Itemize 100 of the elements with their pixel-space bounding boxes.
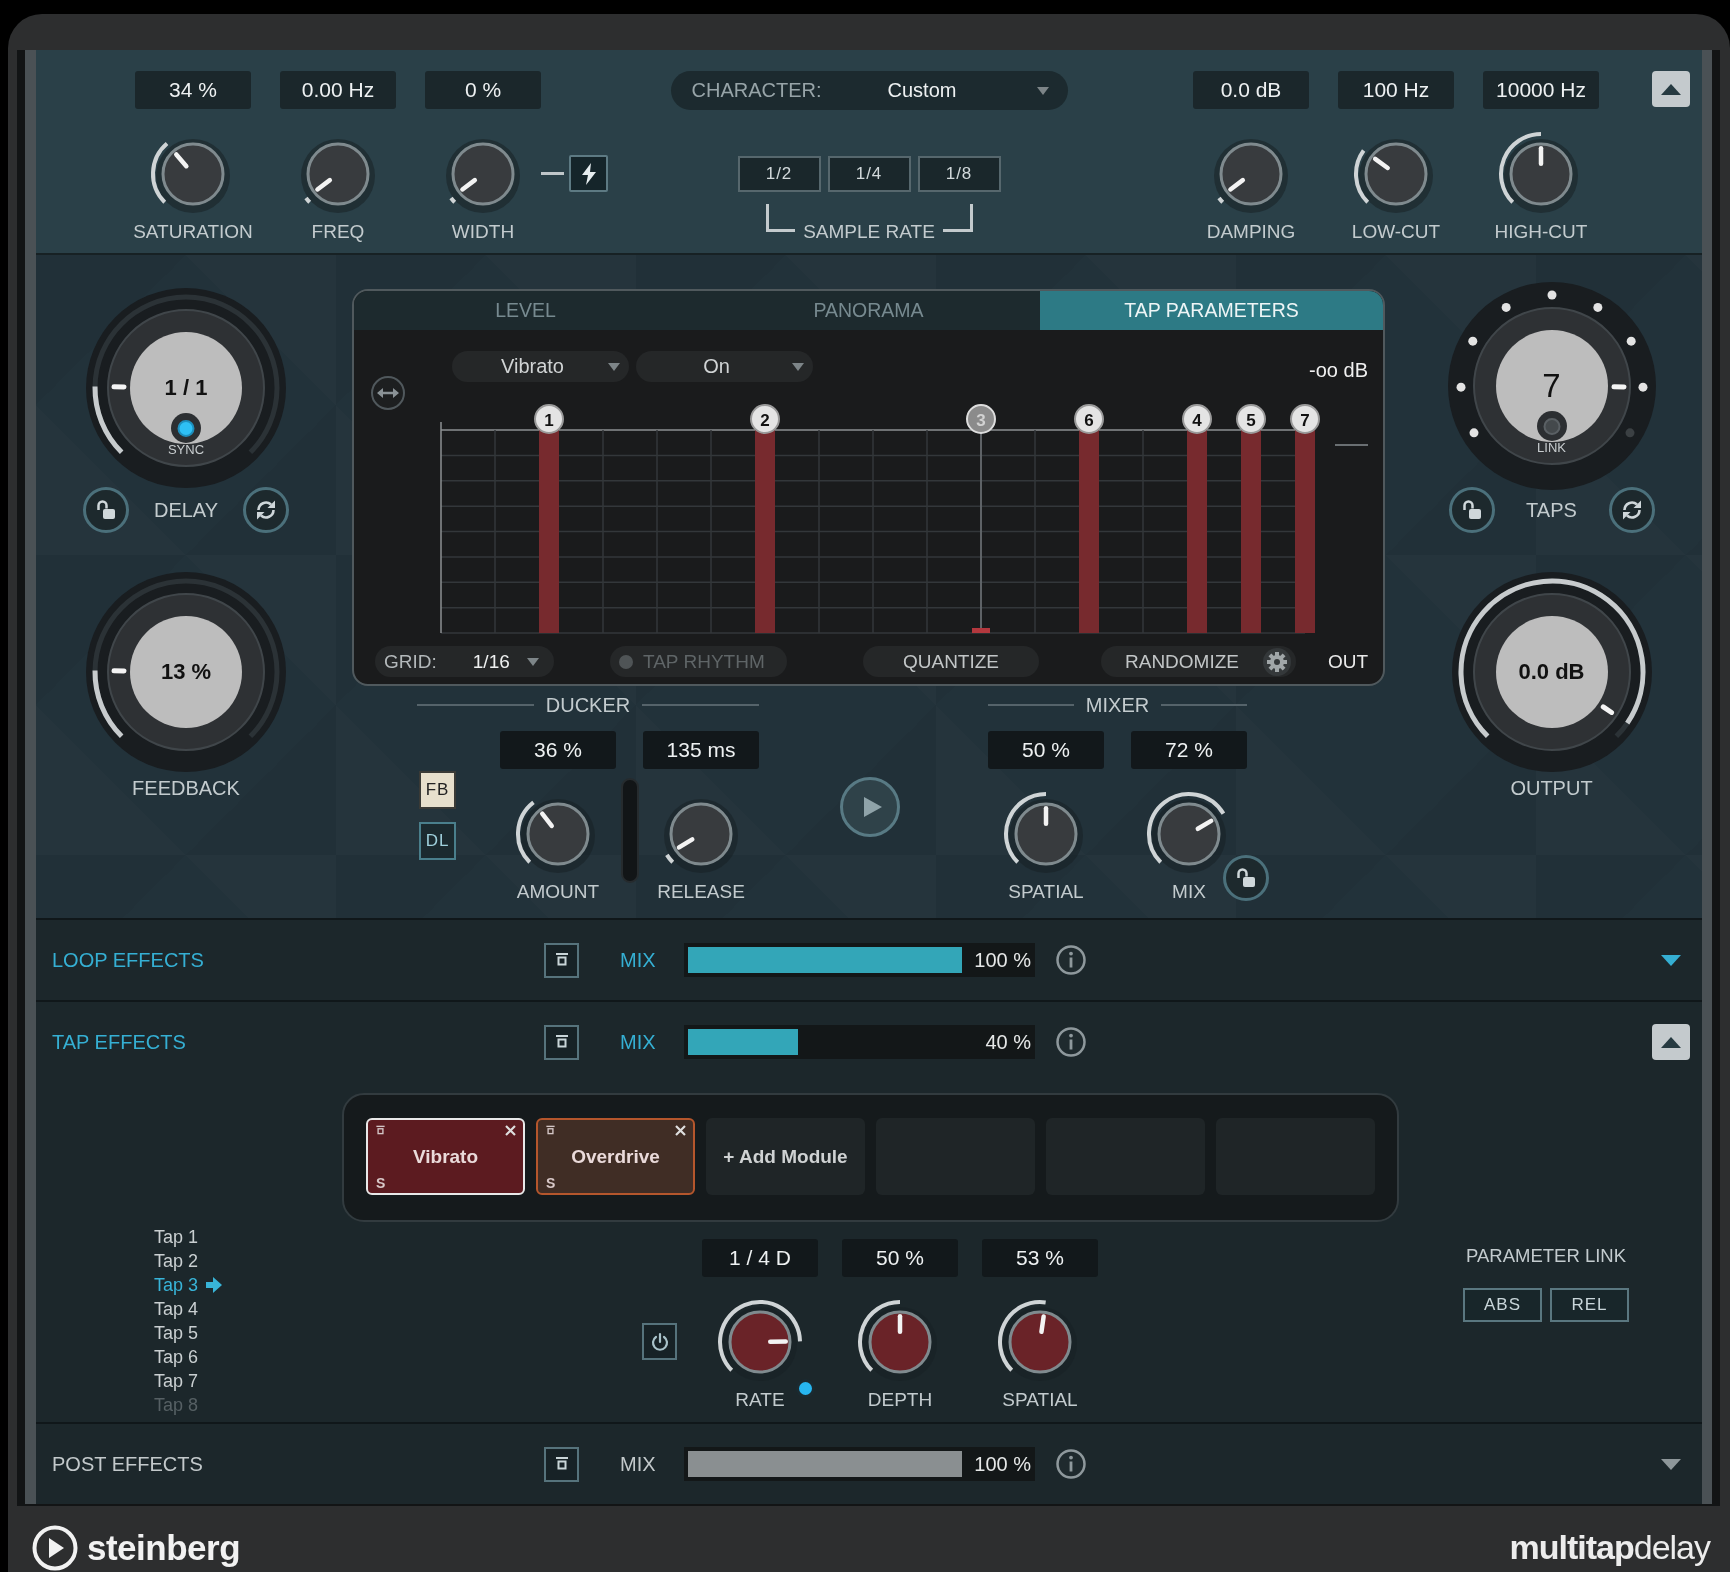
led-icon[interactable] xyxy=(796,1379,815,1398)
knob[interactable] xyxy=(86,572,286,772)
tab[interactable]: TAP PARAMETERS xyxy=(1040,291,1383,330)
play-button[interactable] xyxy=(840,777,900,837)
module-name: Vibrato xyxy=(412,1145,479,1168)
info-icon[interactable] xyxy=(1056,1027,1086,1057)
source-toggle[interactable]: FB xyxy=(419,771,456,809)
knob-label: SPATIAL xyxy=(1002,1389,1078,1411)
tap-list-item[interactable]: Tap 1 xyxy=(154,1225,199,1249)
mix-label: MIX xyxy=(620,948,656,972)
caret-icon xyxy=(1661,1036,1681,1048)
lock-button[interactable] xyxy=(83,487,129,533)
knob-label: FREQ xyxy=(311,221,365,243)
swap-button[interactable] xyxy=(371,376,405,410)
value-dropdown[interactable]: On xyxy=(636,351,813,382)
expand-button[interactable] xyxy=(1661,954,1681,966)
mix-value: 100 % xyxy=(966,1447,1035,1481)
info-icon[interactable] xyxy=(1056,1449,1086,1479)
module-toggle-button[interactable] xyxy=(544,942,579,978)
sample-rate-button[interactable]: 1/4 xyxy=(827,156,911,192)
parameter-link-label: PARAMETER LINK xyxy=(1466,1245,1626,1267)
value-display: 72 % xyxy=(1131,731,1247,769)
tap-list-item[interactable]: Tap 2 xyxy=(154,1249,199,1273)
knob-value: 7 xyxy=(1542,367,1561,405)
led-label: LINK xyxy=(1537,439,1566,456)
add-module-button[interactable]: + Add Module xyxy=(706,1118,865,1195)
parameter-dropdown[interactable]: Vibrato xyxy=(452,351,629,382)
caret-icon xyxy=(1661,1458,1681,1470)
knob-label: FEEDBACK xyxy=(132,777,240,799)
tap-marker[interactable]: 2 xyxy=(750,404,780,434)
box-icon xyxy=(375,1125,386,1136)
caret-icon xyxy=(526,657,539,666)
sample-rate-button[interactable]: 1/8 xyxy=(917,156,1001,192)
tab[interactable]: PANORAMA xyxy=(697,291,1040,330)
knob-label: RATE xyxy=(735,1389,785,1411)
arrow-icon xyxy=(206,1277,223,1293)
knob-label: AMOUNT xyxy=(516,881,600,903)
box-icon xyxy=(553,1034,570,1050)
tap-list-item[interactable]: Tap 5 xyxy=(154,1321,199,1345)
knob-label: DAMPING xyxy=(1206,221,1296,243)
mix-slider[interactable] xyxy=(684,1025,966,1059)
link-mode-button[interactable]: REL xyxy=(1550,1288,1629,1322)
tap-list-item[interactable]: Tap 7 xyxy=(154,1369,199,1393)
sync-button[interactable] xyxy=(1608,487,1655,533)
tap-list-item[interactable]: Tap 6 xyxy=(154,1345,199,1369)
character-dropdown[interactable]: CHARACTER: Custom xyxy=(670,71,1068,110)
lock-button[interactable] xyxy=(1448,487,1495,533)
caret-icon xyxy=(608,363,620,371)
sample-rate-button[interactable]: 1/2 xyxy=(737,156,821,192)
tap-marker[interactable]: 7 xyxy=(1290,404,1320,434)
close-icon[interactable] xyxy=(505,1125,516,1136)
effect-module[interactable]: Vibrato S xyxy=(366,1118,525,1195)
gear-icon xyxy=(1263,647,1291,676)
lock-button[interactable] xyxy=(1223,855,1269,901)
solo-label[interactable]: S xyxy=(376,1175,386,1191)
tap-marker[interactable]: 4 xyxy=(1182,404,1212,434)
close-icon[interactable] xyxy=(675,1125,686,1136)
tap-marker[interactable]: 5 xyxy=(1236,404,1266,434)
output-reading: -oo dB xyxy=(1309,359,1368,382)
info-icon[interactable] xyxy=(1056,945,1086,975)
value-display: 0.00 Hz xyxy=(280,71,396,109)
output-level-line xyxy=(1334,444,1369,446)
tab[interactable]: LEVEL xyxy=(354,291,697,330)
expand-button[interactable] xyxy=(1661,1458,1681,1470)
knob-value: 13 % xyxy=(160,659,212,685)
mix-value: 100 % xyxy=(966,943,1035,977)
collapse-button[interactable] xyxy=(1652,71,1690,107)
refresh-icon xyxy=(254,498,278,522)
tap-marker[interactable]: 1 xyxy=(534,404,564,434)
value-display: 0 % xyxy=(425,71,541,109)
knob-label: SATURATION xyxy=(133,221,253,243)
section-title: TAP EFFECTS xyxy=(52,1030,186,1054)
link-mode-button[interactable]: ABS xyxy=(1463,1288,1542,1322)
bracket-line xyxy=(942,204,973,232)
knob[interactable] xyxy=(1451,572,1652,772)
led-icon xyxy=(619,654,633,669)
knob[interactable] xyxy=(1446,281,1657,491)
caret-icon xyxy=(1661,83,1681,95)
quantize-button[interactable]: QUANTIZE xyxy=(863,646,1039,677)
value-display: 53 % xyxy=(982,1239,1098,1277)
grid-dropdown[interactable]: GRID: 1/16 xyxy=(375,646,554,677)
knob-label: SPATIAL xyxy=(1008,881,1084,903)
module-toggle-button[interactable] xyxy=(544,1446,579,1482)
collapse-button[interactable] xyxy=(1652,1024,1690,1060)
knob[interactable] xyxy=(86,288,286,488)
tap-marker[interactable]: 6 xyxy=(1074,404,1104,434)
knob-label: TAPS xyxy=(1526,498,1577,522)
effect-module[interactable]: Overdrive S xyxy=(536,1118,695,1195)
solo-label[interactable]: S xyxy=(546,1175,556,1191)
sync-button[interactable] xyxy=(243,487,289,533)
module-toggle-button[interactable] xyxy=(544,1024,579,1060)
randomize-button[interactable]: RANDOMIZE xyxy=(1101,646,1296,677)
padlock-icon xyxy=(1460,499,1483,521)
logo-icon xyxy=(32,1524,78,1571)
source-toggle[interactable]: DL xyxy=(419,822,456,860)
link-button[interactable] xyxy=(569,155,608,192)
tap-list-item[interactable]: Tap 4 xyxy=(154,1297,199,1321)
knob-label: LOW-CUT xyxy=(1351,221,1441,243)
power-button[interactable] xyxy=(642,1323,677,1360)
tap-list-item[interactable]: Tap 3 xyxy=(154,1273,223,1297)
